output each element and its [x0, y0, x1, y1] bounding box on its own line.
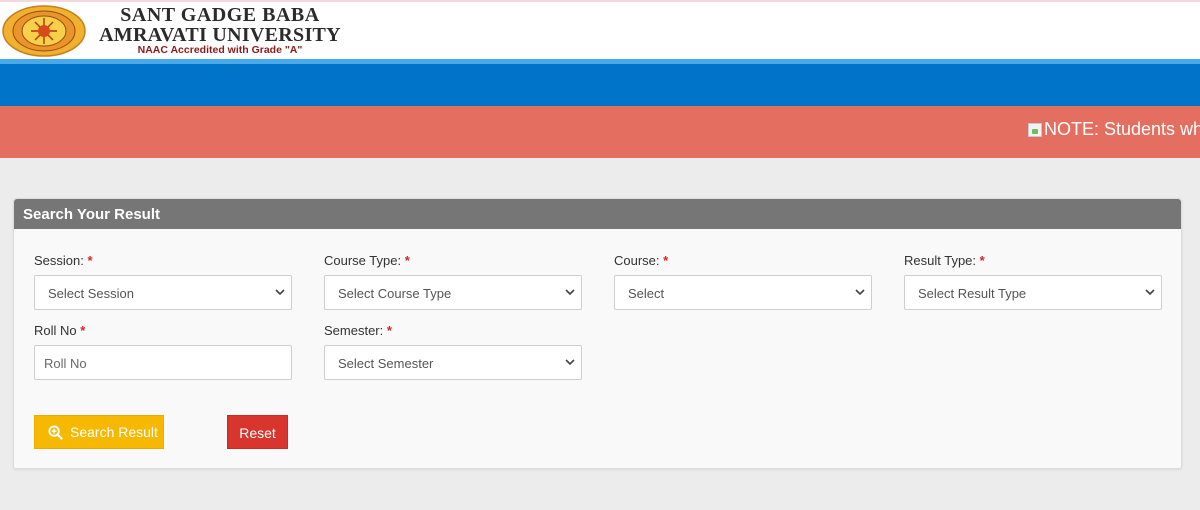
- course-label: Course: *: [614, 253, 668, 268]
- navigation-bar: [0, 59, 1200, 106]
- required-mark: *: [386, 323, 392, 338]
- course-type-label: Course Type: *: [324, 253, 410, 268]
- site-header: SANT GADGE BABA AMRAVATI UNIVERSITY NAAC…: [0, 0, 1200, 59]
- session-select-value: Select Session: [48, 286, 134, 301]
- course-select-value: Select: [628, 286, 665, 301]
- semester-select-value: Select Semester: [338, 356, 434, 371]
- search-result-label: Search Result: [70, 424, 158, 440]
- university-name-line1: SANT GADGE BABA: [120, 4, 320, 26]
- result-type-label-text: Result Type:: [904, 253, 977, 268]
- chevron-down-icon: [275, 289, 285, 296]
- university-name-line2: AMRAVATI UNIVERSITY: [99, 24, 341, 46]
- search-result-button[interactable]: Search Result: [34, 415, 164, 449]
- roll-no-input[interactable]: Roll No: [34, 345, 292, 380]
- broken-image-icon: [1028, 122, 1042, 137]
- required-mark: *: [87, 253, 93, 268]
- course-select[interactable]: Select: [614, 275, 872, 310]
- roll-no-label: Roll No *: [34, 323, 85, 338]
- notice-marquee: NOTE: Students who: [1028, 119, 1200, 140]
- panel-title: Search Your Result: [14, 199, 1181, 229]
- reset-label: Reset: [239, 425, 276, 441]
- result-type-select[interactable]: Select Result Type: [904, 275, 1162, 310]
- semester-label-text: Semester:: [324, 323, 384, 338]
- course-type-select-value: Select Course Type: [338, 286, 452, 301]
- university-name: SANT GADGE BABA AMRAVATI UNIVERSITY NAAC…: [90, 4, 350, 56]
- required-mark: *: [404, 253, 410, 268]
- course-type-label-text: Course Type:: [324, 253, 402, 268]
- semester-label: Semester: *: [324, 323, 392, 338]
- roll-no-placeholder: Roll No: [44, 356, 87, 371]
- session-label: Session: *: [34, 253, 93, 268]
- required-mark: *: [979, 253, 985, 268]
- naac-accreditation: NAAC Accredited with Grade "A": [137, 44, 303, 56]
- notice-bar: NOTE: Students who: [0, 106, 1200, 158]
- notice-text: NOTE: Students who: [1044, 119, 1200, 139]
- search-result-panel: Search Your Result Session: * Course Typ…: [13, 198, 1182, 469]
- course-label-text: Course:: [614, 253, 660, 268]
- search-plus-icon: [48, 424, 63, 440]
- course-type-select[interactable]: Select Course Type: [324, 275, 582, 310]
- session-label-text: Session:: [34, 253, 84, 268]
- reset-button[interactable]: Reset: [227, 415, 288, 449]
- chevron-down-icon: [855, 289, 865, 296]
- required-mark: *: [80, 323, 86, 338]
- session-select[interactable]: Select Session: [34, 275, 292, 310]
- roll-no-label-text: Roll No: [34, 323, 77, 338]
- result-type-select-value: Select Result Type: [918, 286, 1027, 301]
- result-type-label: Result Type: *: [904, 253, 985, 268]
- chevron-down-icon: [565, 289, 575, 296]
- chevron-down-icon: [565, 359, 575, 366]
- university-logo[interactable]: [2, 5, 86, 57]
- required-mark: *: [663, 253, 669, 268]
- semester-select[interactable]: Select Semester: [324, 345, 582, 380]
- chevron-down-icon: [1145, 289, 1155, 296]
